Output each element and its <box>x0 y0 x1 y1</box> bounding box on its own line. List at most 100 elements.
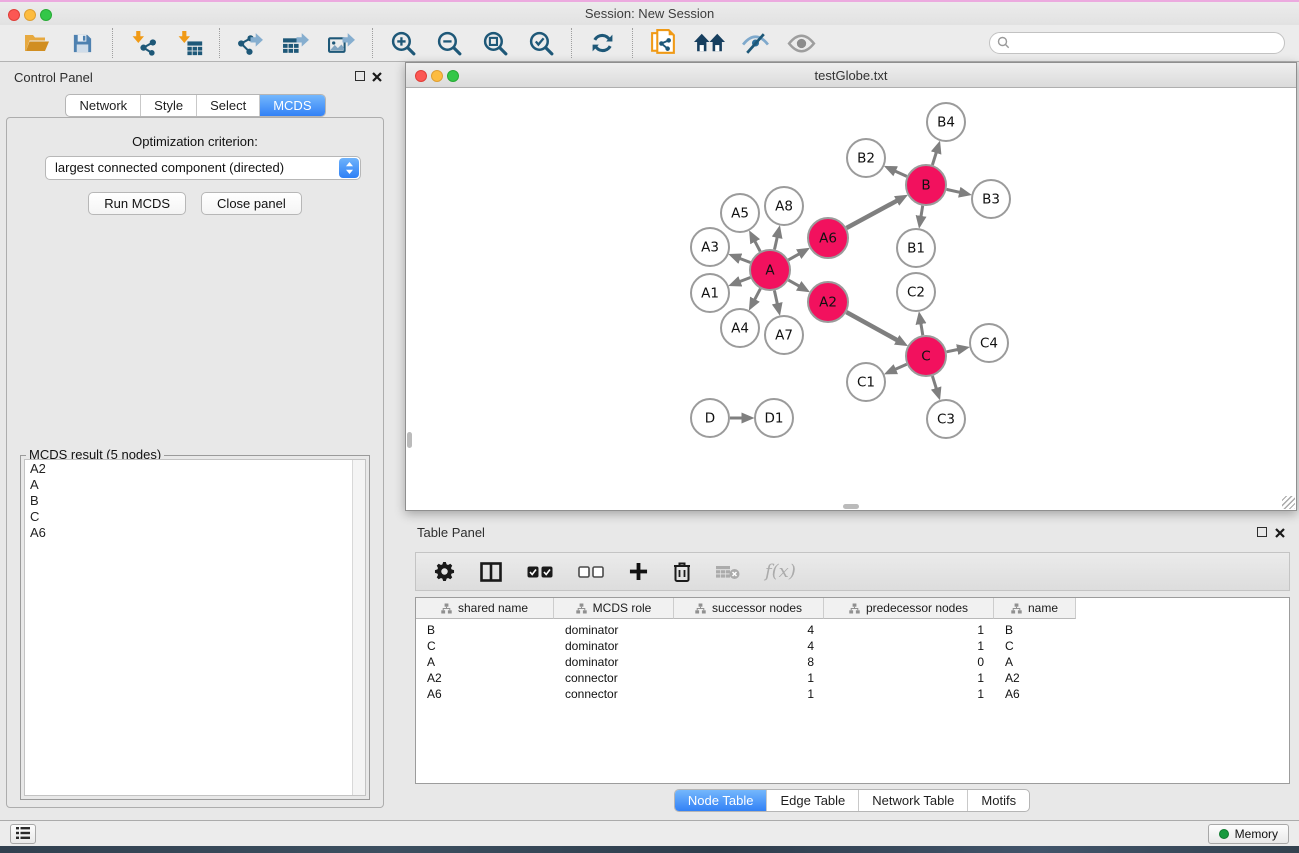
deselect-all-button[interactable] <box>578 566 604 578</box>
memory-button[interactable]: Memory <box>1208 824 1289 844</box>
import-table-button[interactable] <box>172 27 206 59</box>
column-header-name[interactable]: name <box>994 598 1076 619</box>
graph-edge-A-A2[interactable] <box>788 280 799 286</box>
mcds-result-item[interactable]: A6 <box>28 525 351 541</box>
new-network-from-selection-button[interactable] <box>646 27 680 59</box>
split-columns-button[interactable] <box>480 562 502 582</box>
network-close-icon[interactable] <box>415 70 427 82</box>
graph-edge-A-A3[interactable] <box>740 259 751 263</box>
graph-edge-A-A1[interactable] <box>740 278 751 282</box>
close-panel-icon[interactable] <box>371 70 383 82</box>
settings-gear-button[interactable] <box>434 561 455 582</box>
graph-edge-A-A5[interactable] <box>755 241 760 251</box>
tab-select[interactable]: Select <box>196 95 259 116</box>
table-tab-edge-table[interactable]: Edge Table <box>766 790 858 811</box>
table-row[interactable]: Bdominator41B <box>416 622 1289 638</box>
mcds-result-item[interactable]: B <box>28 493 351 509</box>
mcds-result-item[interactable]: A2 <box>28 461 351 477</box>
graph-edge-A2-C[interactable] <box>846 312 897 340</box>
graph-node-A[interactable]: A <box>750 250 790 290</box>
graph-node-A7[interactable]: A7 <box>765 316 803 354</box>
zoom-in-button[interactable] <box>386 27 420 59</box>
graph-node-A2[interactable]: A2 <box>808 282 848 322</box>
hide-selected-button[interactable] <box>738 27 772 59</box>
graph-edge-C-C2[interactable] <box>921 324 923 336</box>
zoom-fit-button[interactable] <box>478 27 512 59</box>
graph-node-B[interactable]: B <box>906 165 946 205</box>
delete-column-button[interactable] <box>673 561 691 583</box>
graph-edge-A-A8[interactable] <box>775 237 778 249</box>
mcds-result-item[interactable]: A <box>28 477 351 493</box>
import-network-button[interactable] <box>126 27 160 59</box>
graph-node-C2[interactable]: C2 <box>897 273 935 311</box>
graph-node-A4[interactable]: A4 <box>721 309 759 347</box>
network-graph[interactable]: AA1A2A3A4A5A6A7A8BB1B2B3B4CC1C2C3C4DD1 <box>406 89 1296 510</box>
tab-network[interactable]: Network <box>66 95 140 116</box>
graph-node-D1[interactable]: D1 <box>755 399 793 437</box>
mcds-result-item[interactable]: C <box>28 509 351 525</box>
show-all-button[interactable] <box>784 27 818 59</box>
graph-node-C4[interactable]: C4 <box>970 324 1008 362</box>
graph-node-A6[interactable]: A6 <box>808 218 848 258</box>
vertical-scrollbar-thumb[interactable] <box>407 432 412 448</box>
table-row[interactable]: Cdominator41C <box>416 638 1289 654</box>
graph-node-C[interactable]: C <box>906 336 946 376</box>
column-header-successor-nodes[interactable]: successor nodes <box>674 598 824 619</box>
task-history-button[interactable] <box>10 824 36 844</box>
graph-edge-A-A4[interactable] <box>755 289 761 300</box>
table-tab-node-table[interactable]: Node Table <box>675 790 767 811</box>
graph-node-A1[interactable]: A1 <box>691 274 729 312</box>
export-network-button[interactable] <box>233 27 267 59</box>
network-minimize-icon[interactable] <box>431 70 443 82</box>
column-header-predecessor-nodes[interactable]: predecessor nodes <box>824 598 994 619</box>
graph-edge-A-A7[interactable] <box>774 291 777 304</box>
zoom-out-button[interactable] <box>432 27 466 59</box>
close-table-panel-icon[interactable] <box>1274 526 1286 538</box>
search-input[interactable] <box>989 32 1285 54</box>
close-panel-button[interactable]: Close panel <box>201 192 302 215</box>
add-column-button[interactable] <box>629 562 648 581</box>
table-tab-motifs[interactable]: Motifs <box>967 790 1029 811</box>
graph-edge-C-C4[interactable] <box>947 350 958 352</box>
resize-grip[interactable] <box>1282 496 1295 509</box>
graph-edge-B-B2[interactable] <box>895 171 907 176</box>
network-zoom-icon[interactable] <box>447 70 459 82</box>
graph-node-B3[interactable]: B3 <box>972 180 1010 218</box>
graph-node-A3[interactable]: A3 <box>691 228 729 266</box>
criterion-select[interactable]: largest connected component (directed) <box>45 156 361 180</box>
table-row[interactable]: Adominator80A <box>416 654 1289 670</box>
table-tab-network-table[interactable]: Network Table <box>858 790 967 811</box>
float-panel-icon[interactable] <box>355 71 365 81</box>
table-row[interactable]: A2connector11A2 <box>416 670 1289 686</box>
graph-node-B4[interactable]: B4 <box>927 103 965 141</box>
graph-node-D[interactable]: D <box>691 399 729 437</box>
graph-edge-B-B1[interactable] <box>921 206 923 217</box>
tab-mcds[interactable]: MCDS <box>259 95 324 116</box>
graph-node-B2[interactable]: B2 <box>847 139 885 177</box>
graph-node-C3[interactable]: C3 <box>927 400 965 438</box>
table-row[interactable]: A6connector11A6 <box>416 686 1289 702</box>
zoom-window-icon[interactable] <box>40 9 52 21</box>
save-session-button[interactable] <box>65 27 99 59</box>
refresh-layout-button[interactable] <box>585 27 619 59</box>
export-image-button[interactable] <box>325 27 359 59</box>
graph-edge-C-C1[interactable] <box>895 364 906 369</box>
first-neighbors-button[interactable] <box>692 27 726 59</box>
graph-edge-B-B3[interactable] <box>947 189 960 192</box>
column-header-shared-name[interactable]: shared name <box>416 598 554 619</box>
tab-style[interactable]: Style <box>140 95 196 116</box>
export-table-button[interactable] <box>279 27 313 59</box>
column-header-mcds-role[interactable]: MCDS role <box>554 598 674 619</box>
network-canvas[interactable]: AA1A2A3A4A5A6A7A8BB1B2B3B4CC1C2C3C4DD1 <box>406 89 1296 510</box>
close-window-icon[interactable] <box>8 9 20 21</box>
graph-node-C1[interactable]: C1 <box>847 363 885 401</box>
network-window-titlebar[interactable]: testGlobe.txt <box>406 63 1296 88</box>
graph-node-A5[interactable]: A5 <box>721 194 759 232</box>
graph-edge-C-C3[interactable] <box>932 376 936 389</box>
horizontal-scrollbar-thumb[interactable] <box>843 504 859 509</box>
zoom-selected-button[interactable] <box>524 27 558 59</box>
minimize-window-icon[interactable] <box>24 9 36 21</box>
select-all-button[interactable] <box>527 566 553 578</box>
result-scrollbar[interactable] <box>352 460 365 795</box>
graph-node-A8[interactable]: A8 <box>765 187 803 225</box>
